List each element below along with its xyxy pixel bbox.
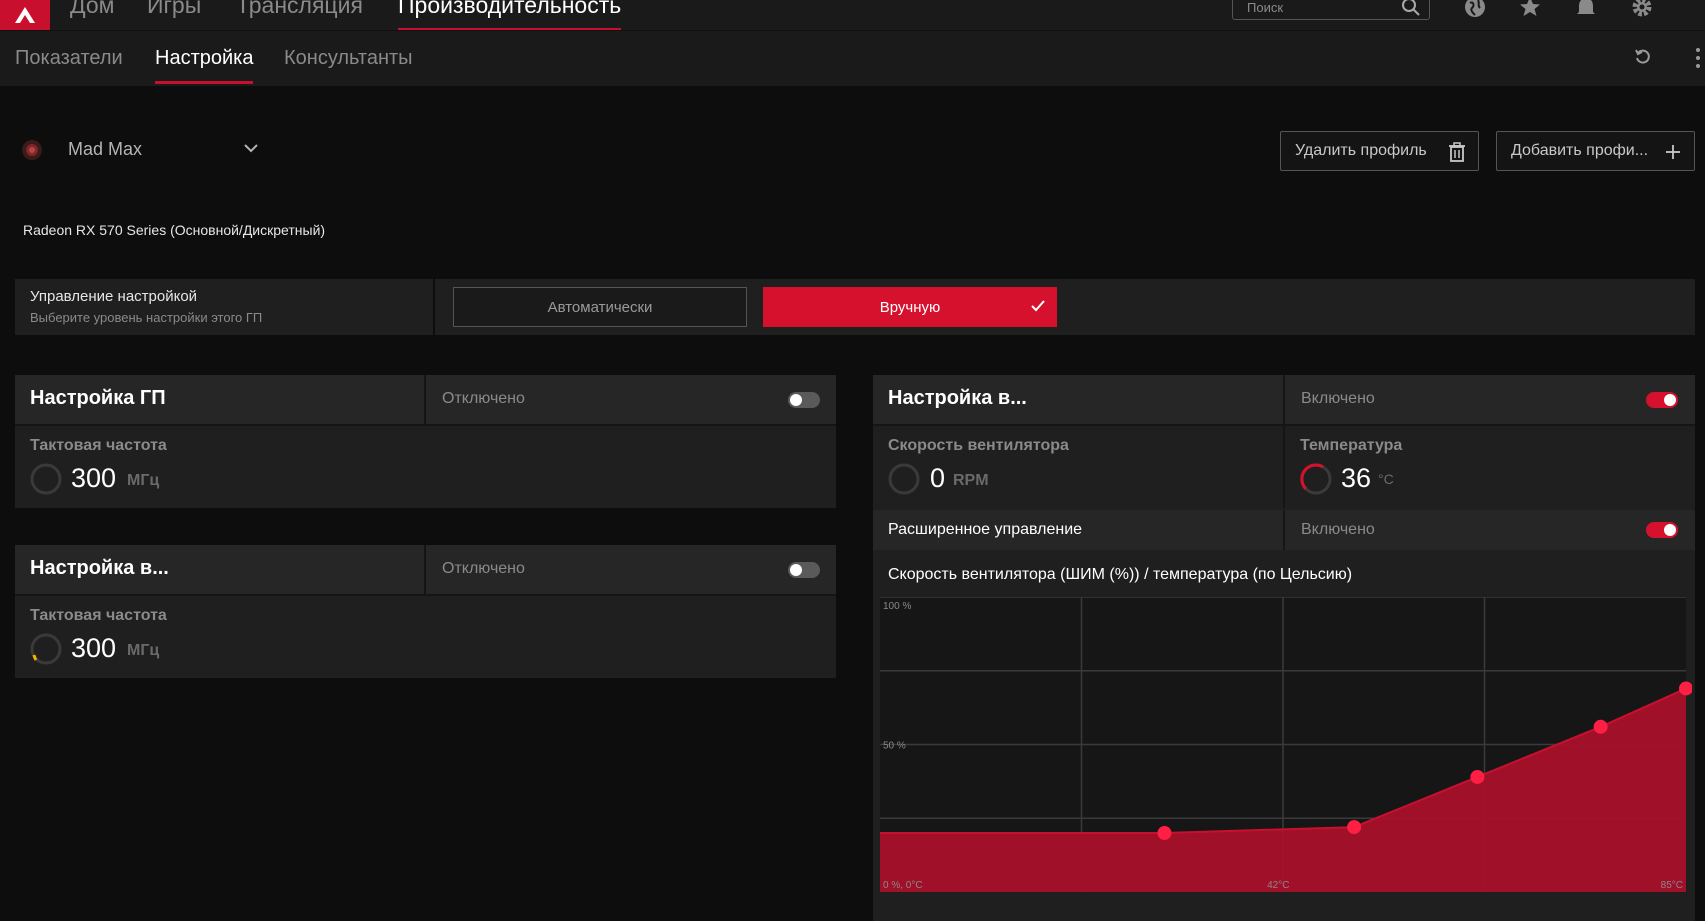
reset-icon[interactable]: [1633, 47, 1653, 67]
plus-icon: [1666, 145, 1680, 159]
gpu-tuning-panel: Настройка ГП Отключено Тактовая частота …: [15, 375, 836, 508]
game-profile-icon: [22, 140, 42, 160]
y-tick-label-100: 100 %: [883, 601, 911, 612]
amd-logo-icon[interactable]: [0, 0, 50, 30]
fan-tuning-state: Включено: [1301, 390, 1375, 407]
nav-tab-games[interactable]: Игры: [147, 0, 201, 19]
delete-profile-button[interactable]: Удалить профиль: [1280, 131, 1479, 171]
fan-speed-value: 0: [930, 463, 946, 493]
advanced-control-state: Включено: [1301, 521, 1375, 538]
nav-tab-home[interactable]: Дом: [70, 0, 114, 19]
star-icon[interactable]: [1517, 0, 1543, 20]
add-profile-label: Добавить профи...: [1511, 142, 1649, 159]
delete-profile-label: Удалить профиль: [1295, 142, 1427, 159]
fan-curve-chart[interactable]: 100 % 50 % 0 %, 0°C 42°C 85°C: [880, 596, 1693, 921]
tuning-control-row: Управление настройкой Выберите уровень н…: [15, 279, 1695, 335]
vram-clock-value: 300: [71, 633, 117, 663]
more-options-icon[interactable]: [1694, 47, 1702, 69]
profile-name[interactable]: Mad Max: [68, 139, 142, 160]
gpu-tuning-toggle[interactable]: [788, 392, 820, 408]
temperature-gauge: [1300, 463, 1332, 495]
gpu-clock-unit: МГц: [127, 472, 160, 489]
nav-tab-streaming[interactable]: Трансляция: [236, 0, 363, 19]
advanced-control-toggle[interactable]: [1646, 522, 1678, 538]
chevron-down-icon[interactable]: [243, 143, 259, 153]
gpu-name: Radeon RX 570 Series (Основной/Дискретны…: [23, 222, 326, 238]
tab-metrics[interactable]: Показатели: [15, 47, 123, 70]
fan-curve-svg[interactable]: 100 % 50 % 0 %, 0°C 42°C 85°C: [880, 596, 1693, 921]
temperature-unit: °C: [1378, 471, 1394, 487]
fan-tuning-title: Настройка в...: [888, 387, 1027, 409]
search-input[interactable]: [1233, 0, 1393, 19]
temperature-value: 36: [1341, 463, 1372, 493]
origin-tick-label: 0 %, 0°C: [883, 880, 923, 891]
fan-speed-label: Скорость вентилятора: [888, 437, 1069, 454]
automatic-button[interactable]: Автоматически: [453, 287, 747, 327]
fan-curve-point[interactable]: [1470, 769, 1485, 784]
search-box[interactable]: [1232, 0, 1430, 20]
fan-curve-point[interactable]: [1347, 820, 1362, 835]
gpu-clock-value: 300: [71, 463, 117, 493]
vram-clock-gauge: [30, 633, 62, 665]
x-tick-label-85: 85°C: [1661, 880, 1683, 891]
tuning-control-title: Управление настройкой: [30, 288, 198, 305]
automatic-label: Автоматически: [547, 298, 653, 316]
top-navigation-bar: Дом Игры Трансляция Производительность: [0, 0, 1705, 31]
vram-tuning-panel: Настройка в... Отключено Тактовая частот…: [15, 545, 836, 678]
tab-advisors[interactable]: Консультанты: [284, 47, 413, 70]
globe-icon[interactable]: [1462, 0, 1488, 20]
fan-curve-title: Скорость вентилятора (ШИМ (%)) / темпера…: [888, 566, 1353, 583]
manual-label: Вручную: [879, 298, 941, 316]
trash-icon: [1449, 142, 1465, 162]
gear-icon[interactable]: [1629, 0, 1655, 20]
vram-tuning-state: Отключено: [442, 560, 525, 577]
bell-icon[interactable]: [1573, 0, 1599, 20]
fan-curve-point[interactable]: [1593, 719, 1608, 734]
gpu-tuning-title: Настройка ГП: [30, 387, 166, 409]
fan-speed-gauge: [888, 463, 920, 495]
search-icon: [1402, 0, 1420, 16]
gpu-tuning-state: Отключено: [442, 390, 525, 407]
tab-tuning[interactable]: Настройка: [155, 47, 254, 84]
manual-button[interactable]: Вручную: [763, 287, 1057, 327]
fan-speed-unit: RPM: [953, 472, 989, 489]
y-tick-label-50: 50 %: [883, 741, 906, 752]
checkmark-icon: [1031, 300, 1045, 312]
sub-navigation-bar: Показатели Настройка Консультанты: [0, 30, 1705, 86]
temperature-label: Температура: [1300, 437, 1403, 454]
tuning-control-subtitle: Выберите уровень настройки этого ГП: [30, 310, 263, 325]
vram-clock-unit: МГц: [127, 642, 160, 659]
x-tick-label-42: 42°C: [1267, 880, 1289, 891]
vram-tuning-toggle[interactable]: [788, 562, 820, 578]
advanced-control-row: Расширенное управление Включено: [873, 510, 1695, 550]
vram-clock-label: Тактовая частота: [30, 607, 167, 624]
nav-tab-performance[interactable]: Производительность: [398, 0, 622, 31]
fan-tuning-panel: Настройка в... Включено Скорость вентиля…: [873, 375, 1695, 921]
fan-curve-point[interactable]: [1157, 826, 1172, 840]
vram-tuning-title: Настройка в...: [30, 557, 169, 579]
advanced-control-label: Расширенное управление: [888, 521, 1083, 538]
fan-tuning-toggle[interactable]: [1646, 392, 1678, 408]
add-profile-button[interactable]: Добавить профи...: [1496, 131, 1695, 171]
gpu-clock-label: Тактовая частота: [30, 437, 167, 454]
gpu-clock-gauge: [30, 463, 62, 495]
